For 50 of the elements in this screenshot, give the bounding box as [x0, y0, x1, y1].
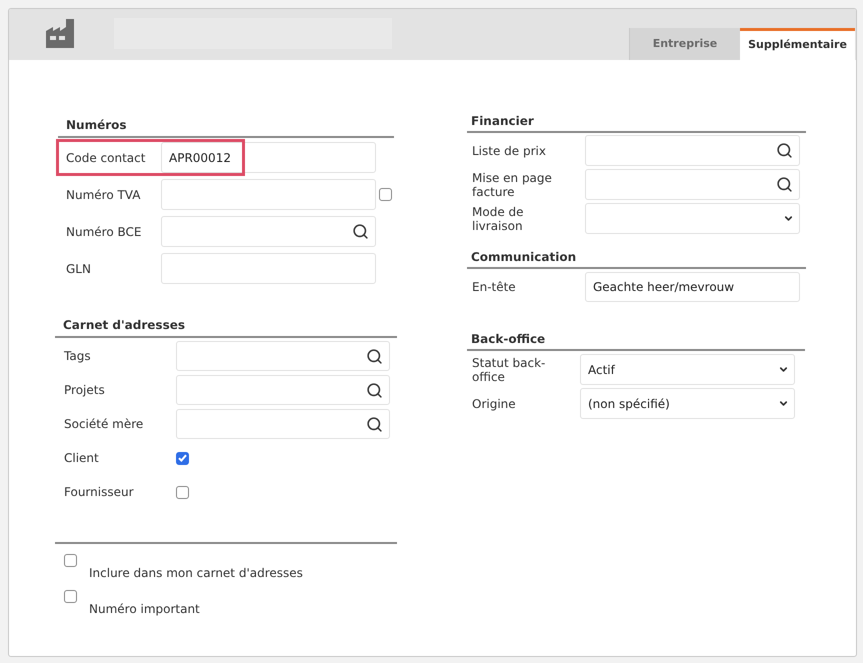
field-label: Code contact: [65, 150, 146, 164]
checkbox[interactable]: [176, 486, 189, 498]
field-label: Société mère: [63, 417, 144, 431]
text-field[interactable]: [161, 179, 376, 210]
field-label: GLN: [65, 262, 92, 276]
checkbox[interactable]: [176, 452, 189, 464]
checkmark-icon: [178, 454, 187, 462]
field-label: Client: [63, 451, 100, 465]
checkbox[interactable]: [379, 188, 392, 201]
search-icon: [352, 223, 369, 240]
search-icon: [366, 382, 383, 398]
lookup-field[interactable]: [176, 341, 390, 371]
dropdown-field[interactable]: [585, 203, 800, 234]
checkbox[interactable]: [64, 590, 77, 603]
field-label: Numéro BCE: [65, 224, 142, 238]
section-heading: Communication: [467, 250, 806, 269]
field-label: Mise en page facture: [471, 170, 553, 198]
lookup-field[interactable]: [176, 409, 390, 439]
field-label: Origine: [471, 396, 517, 410]
field-label: En-tête: [471, 280, 517, 294]
lookup-field[interactable]: [585, 135, 800, 166]
text-field[interactable]: APR00012: [161, 142, 376, 173]
search-icon: [776, 142, 793, 159]
lookup-field[interactable]: [176, 375, 390, 405]
field-label: Statut back-office: [471, 356, 546, 384]
section-heading: Numéros: [58, 118, 394, 138]
factory-icon: [46, 19, 74, 48]
section-heading: Financier: [467, 114, 806, 133]
field-label: Projets: [63, 383, 106, 397]
field-label: Mode de livraison: [471, 204, 525, 232]
section-heading: Back-office: [467, 332, 805, 351]
checkbox-label: Numéro important: [89, 602, 200, 616]
field-label: Liste de prix: [471, 144, 547, 158]
lookup-field[interactable]: [161, 216, 376, 247]
search-icon: [366, 416, 383, 432]
tab[interactable]: Entreprise: [629, 28, 740, 60]
section-heading: Carnet d'adresses: [55, 318, 397, 338]
text-field[interactable]: [161, 253, 376, 284]
dropdown-field[interactable]: Actif: [580, 354, 795, 385]
field-label: Fournisseur: [63, 485, 135, 499]
dropdown-field[interactable]: (non spécifié): [580, 388, 795, 419]
text-field[interactable]: Geachte heer/mevrouw: [585, 272, 800, 302]
tab[interactable]: Supplémentaire: [740, 28, 855, 60]
field-label: Numéro TVA: [65, 188, 142, 202]
checkbox[interactable]: [64, 554, 77, 567]
field-label: Tags: [63, 349, 92, 363]
search-icon: [776, 176, 793, 193]
search-icon: [366, 348, 383, 364]
checkbox-label: Inclure dans mon carnet d'adresses: [89, 566, 303, 580]
lookup-field[interactable]: [585, 169, 800, 200]
